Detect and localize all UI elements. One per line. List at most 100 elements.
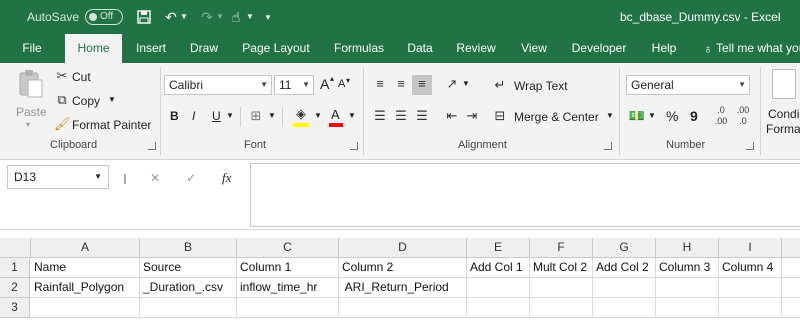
tab-formulas[interactable]: Formulas — [330, 34, 388, 63]
name-box[interactable]: D13 ▼ — [7, 165, 109, 189]
font-launcher-icon[interactable] — [350, 142, 358, 150]
row-header-3[interactable]: 3 — [0, 298, 30, 318]
align-top-icon[interactable]: ≡ — [372, 75, 388, 93]
tab-data[interactable]: Data — [404, 34, 436, 63]
italic-button[interactable]: I — [192, 109, 195, 123]
paste-dropdown-icon[interactable]: ▾ — [26, 120, 30, 129]
column-header-d[interactable]: D — [339, 238, 467, 258]
tab-draw[interactable]: Draw — [184, 34, 224, 63]
tab-page-layout[interactable]: Page Layout — [238, 34, 314, 63]
align-left-icon[interactable]: ☰ — [372, 107, 388, 125]
cell-g2[interactable] — [593, 278, 656, 298]
align-center-icon[interactable]: ☰ — [393, 107, 409, 125]
orientation-dropdown-icon[interactable]: ▼ — [462, 79, 470, 88]
align-right-icon[interactable]: ☰ — [414, 107, 430, 125]
column-header-j[interactable] — [782, 238, 800, 258]
cell-b2[interactable]: _Duration_.csv — [140, 278, 237, 298]
column-header-a[interactable]: A — [31, 238, 140, 258]
increase-indent-icon[interactable]: ⇥ — [464, 107, 480, 125]
borders-icon[interactable]: ⊞ — [248, 107, 264, 125]
borders-dropdown-icon[interactable]: ▼ — [268, 111, 276, 120]
cell-d2[interactable]: ARI_Return_Period — [339, 278, 467, 298]
cell-a3[interactable] — [31, 298, 140, 318]
cell-i1[interactable]: Column 4 — [719, 258, 782, 278]
currency-icon[interactable]: 💵 — [628, 107, 646, 125]
save-icon[interactable] — [134, 7, 154, 27]
touch-mode-icon[interactable]: ☝ — [228, 7, 244, 27]
font-color-icon[interactable]: A — [331, 107, 340, 122]
column-header-h[interactable]: H — [656, 238, 719, 258]
cell-e2[interactable] — [467, 278, 530, 298]
cell-e3[interactable] — [467, 298, 530, 318]
insert-function-icon[interactable]: fx — [222, 170, 231, 186]
underline-button[interactable]: U — [212, 109, 221, 123]
font-color-dropdown-icon[interactable]: ▼ — [348, 111, 356, 120]
cell-f1[interactable]: Mult Col 2 — [530, 258, 593, 278]
cell-f2[interactable] — [530, 278, 593, 298]
decrease-indent-icon[interactable]: ⇤ — [444, 107, 460, 125]
cell-b1[interactable]: Source — [140, 258, 237, 278]
merge-dropdown-icon[interactable]: ▼ — [606, 111, 614, 120]
copy-button[interactable]: Copy — [72, 94, 100, 108]
cell-j3[interactable] — [782, 298, 800, 318]
alignment-launcher-icon[interactable] — [604, 142, 612, 150]
number-format-select[interactable]: General ▼ — [626, 75, 750, 95]
cell-h2[interactable] — [656, 278, 719, 298]
cell-a1[interactable]: Name — [31, 258, 140, 278]
fill-color-icon[interactable]: ◈ — [292, 105, 310, 123]
merge-center-button[interactable]: Merge & Center — [514, 110, 599, 124]
column-header-g[interactable]: G — [593, 238, 656, 258]
cell-b3[interactable] — [140, 298, 237, 318]
cell-g3[interactable] — [593, 298, 656, 318]
conditional-formatting-line1[interactable]: Condi — [768, 107, 799, 121]
decrease-decimal-icon[interactable]: .00.0 — [734, 105, 752, 127]
cell-h1[interactable]: Column 3 — [656, 258, 719, 278]
cell-h3[interactable] — [656, 298, 719, 318]
column-header-f[interactable]: F — [530, 238, 593, 258]
copy-dropdown-icon[interactable]: ▼ — [108, 95, 116, 104]
redo-dropdown-icon[interactable]: ▼ — [216, 7, 224, 27]
increase-decimal-icon[interactable]: .0.00 — [712, 105, 730, 127]
clipboard-launcher-icon[interactable] — [148, 142, 156, 150]
cut-button[interactable]: Cut — [72, 70, 91, 84]
row-header-1[interactable]: 1 — [0, 258, 30, 278]
tab-file[interactable]: File — [14, 34, 50, 63]
comma-button[interactable]: 9 — [690, 108, 698, 124]
align-bottom-icon[interactable]: ≡ — [414, 75, 430, 93]
cancel-icon[interactable]: ✕ — [150, 171, 160, 185]
wrap-text-button[interactable]: Wrap Text — [514, 79, 568, 93]
cell-c2[interactable]: inflow_time_hr — [237, 278, 339, 298]
tab-home[interactable]: Home — [65, 34, 122, 63]
cell-j1[interactable] — [782, 258, 800, 278]
currency-dropdown-icon[interactable]: ▼ — [648, 111, 656, 120]
cell-d1[interactable]: Column 2 — [339, 258, 467, 278]
shrink-font-icon[interactable]: A — [338, 78, 345, 90]
column-header-e[interactable]: E — [467, 238, 530, 258]
grow-font-icon[interactable]: A — [320, 76, 329, 92]
redo-icon[interactable]: ↷ — [198, 7, 216, 27]
cell-d3[interactable] — [339, 298, 467, 318]
tab-view[interactable]: View — [518, 34, 550, 63]
conditional-formatting-line2[interactable]: Forma — [766, 122, 800, 136]
paste-icon[interactable] — [16, 69, 46, 99]
cell-a2[interactable]: Rainfall_Polygon — [31, 278, 140, 298]
enter-icon[interactable]: ✓ — [186, 171, 196, 185]
column-header-b[interactable]: B — [140, 238, 237, 258]
autosave-toggle[interactable]: Off — [85, 9, 123, 25]
cell-c1[interactable]: Column 1 — [237, 258, 339, 278]
customize-toolbar-icon[interactable]: ▾ — [262, 7, 274, 27]
tab-help[interactable]: Help — [648, 34, 680, 63]
column-header-c[interactable]: C — [237, 238, 339, 258]
cell-j2[interactable] — [782, 278, 800, 298]
row-header-2[interactable]: 2 — [0, 278, 30, 298]
cell-c3[interactable] — [237, 298, 339, 318]
percent-button[interactable]: % — [666, 108, 678, 124]
column-header-i[interactable]: I — [719, 238, 782, 258]
touch-dropdown-icon[interactable]: ▼ — [246, 7, 254, 27]
tab-developer[interactable]: Developer — [566, 34, 632, 63]
conditional-formatting-icon[interactable] — [772, 69, 796, 99]
cell-e1[interactable]: Add Col 1 — [467, 258, 530, 278]
tell-me-search[interactable]: Tell me what you — [716, 34, 800, 63]
cell-f3[interactable] — [530, 298, 593, 318]
format-painter-button[interactable]: Format Painter — [72, 118, 151, 132]
